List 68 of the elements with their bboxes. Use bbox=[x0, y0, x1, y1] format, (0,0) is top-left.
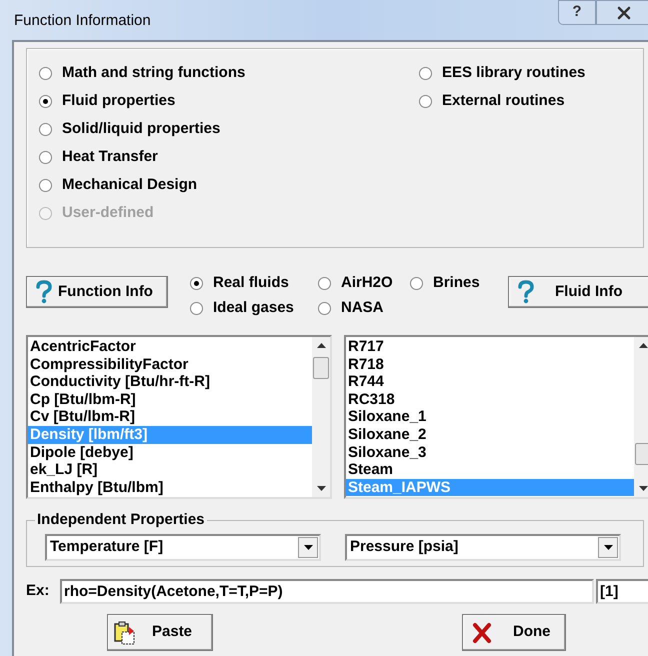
close-icon bbox=[616, 6, 632, 20]
radio-button[interactable] bbox=[419, 95, 432, 108]
function-info-button[interactable]: Function Info bbox=[26, 276, 168, 308]
paste-button[interactable]: Paste bbox=[107, 614, 213, 651]
list-item[interactable]: Steam bbox=[346, 461, 634, 479]
scroll-up-icon[interactable] bbox=[638, 343, 648, 348]
list-item[interactable]: R744 bbox=[346, 373, 634, 391]
scroll-thumb[interactable] bbox=[635, 443, 648, 465]
radio-label: Mechanical Design bbox=[62, 175, 198, 196]
radio-label: Solid/liquid properties bbox=[62, 119, 220, 140]
function-list[interactable]: AcentricFactor CompressibilityFactor Conductivity [Btu/hr-ft-R] Cp [Btu/lbm-R] Cv [Btu/lbm-R] Density [lbm/ft3] Dipole [debye] ek_LJ [R] Enthalpy [Btu/lbm] bbox=[26, 335, 332, 499]
radio-label: External routines bbox=[442, 91, 565, 112]
list-item[interactable]: ek_LJ [R] bbox=[28, 461, 312, 479]
radio-label: Heat Transfer bbox=[62, 147, 158, 168]
radio-label: Ideal gases bbox=[213, 298, 294, 318]
radio-label: Math and string functions bbox=[62, 63, 246, 84]
list-item[interactable]: RC318 bbox=[346, 390, 634, 408]
list-item[interactable]: R717 bbox=[346, 338, 634, 356]
scrollbar[interactable] bbox=[312, 337, 330, 497]
scrollbar[interactable] bbox=[634, 337, 648, 497]
radio-button[interactable] bbox=[318, 302, 331, 315]
radio-button[interactable] bbox=[39, 179, 52, 192]
scroll-up-icon[interactable] bbox=[316, 343, 326, 348]
radio-button[interactable] bbox=[190, 302, 203, 315]
scroll-thumb[interactable] bbox=[313, 357, 329, 379]
close-button[interactable] bbox=[596, 0, 648, 25]
list-item[interactable]: Cp [Btu/lbm-R] bbox=[28, 390, 312, 408]
radio-button[interactable] bbox=[39, 151, 52, 164]
list-item[interactable]: AcentricFactor bbox=[28, 338, 312, 356]
group-title: Independent Properties bbox=[36, 510, 206, 530]
list-item[interactable]: Siloxane_2 bbox=[346, 426, 634, 444]
example-field[interactable]: rho=Density(Acetone,T=T,P=P) bbox=[60, 579, 594, 604]
radio-button[interactable] bbox=[318, 277, 331, 290]
radio-button[interactable] bbox=[419, 67, 432, 80]
list-item[interactable]: Siloxane_3 bbox=[346, 444, 634, 462]
list-item[interactable]: Dipole [debye] bbox=[28, 444, 312, 462]
question-icon bbox=[35, 280, 53, 304]
radio-label: NASA bbox=[341, 298, 384, 318]
fluid-list[interactable]: R717 R718 R744 RC318 Siloxane_1 Siloxane_2 Siloxane_3 Steam Steam_IAPWS bbox=[344, 335, 648, 499]
list-item[interactable]: R718 bbox=[346, 356, 634, 374]
list-item[interactable]: Siloxane_1 bbox=[346, 408, 634, 426]
dropdown[interactable]: Temperature [F] bbox=[45, 534, 321, 560]
index-field[interactable]: [1] bbox=[596, 579, 648, 604]
radio-label: Real fluids bbox=[213, 273, 289, 294]
radio-button[interactable] bbox=[190, 277, 203, 290]
radio-button[interactable] bbox=[39, 123, 52, 136]
fluid-info-button[interactable]: Fluid Info bbox=[508, 276, 648, 308]
question-icon bbox=[517, 280, 535, 304]
scroll-down-icon[interactable] bbox=[638, 486, 648, 491]
radio-label: Fluid properties bbox=[62, 91, 176, 112]
done-button[interactable]: Done bbox=[462, 614, 566, 651]
dropdown[interactable]: Pressure [psia] bbox=[345, 534, 621, 560]
close-icon bbox=[471, 622, 493, 644]
help-button[interactable]: ? bbox=[558, 0, 596, 25]
radio-label: AirH2O bbox=[341, 273, 393, 294]
radio-button[interactable] bbox=[410, 277, 423, 290]
list-item[interactable]: Enthalpy [Btu/lbm] bbox=[28, 478, 312, 496]
example-label: Ex: bbox=[26, 581, 50, 602]
radio-label: Brines bbox=[433, 273, 480, 294]
scroll-down-icon[interactable] bbox=[316, 486, 326, 491]
radio-button[interactable] bbox=[39, 95, 52, 108]
radio-label: EES library routines bbox=[442, 63, 586, 84]
list-item[interactable]: Cv [Btu/lbm-R] bbox=[28, 408, 312, 426]
window-title: Function Information bbox=[14, 11, 151, 31]
list-item[interactable]: CompressibilityFactor bbox=[28, 356, 312, 374]
list-item[interactable]: Conductivity [Btu/hr-ft-R] bbox=[28, 373, 312, 391]
radio-button[interactable] bbox=[39, 67, 52, 80]
radio-label: User-defined bbox=[62, 203, 154, 224]
